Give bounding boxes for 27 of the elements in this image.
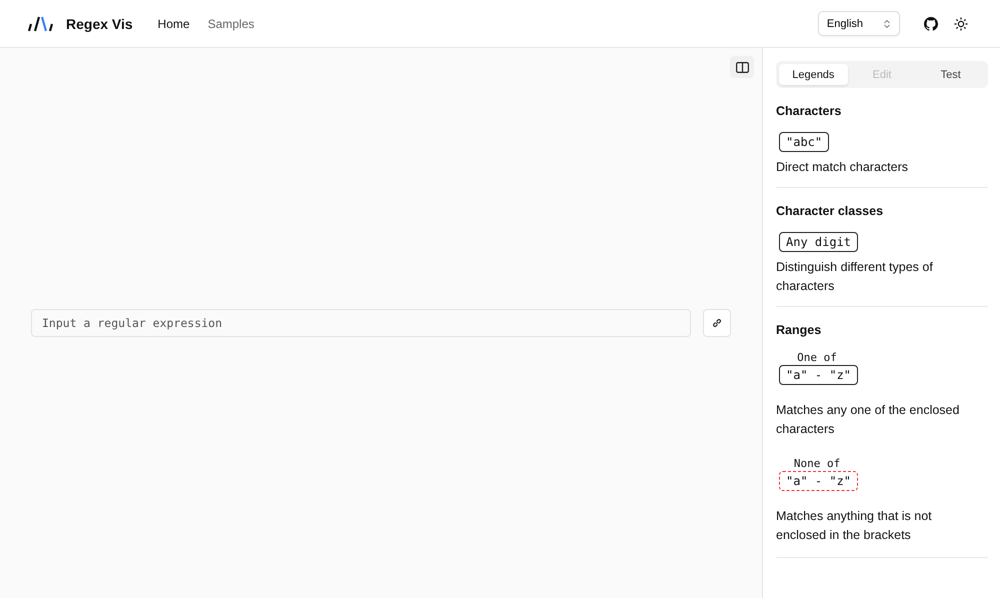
language-select[interactable]: English bbox=[818, 11, 900, 36]
sun-icon[interactable] bbox=[954, 16, 968, 30]
link-icon bbox=[712, 318, 722, 328]
node-sample: Any digit bbox=[779, 232, 858, 252]
panel-toggle-icon[interactable] bbox=[730, 56, 754, 78]
github-icon[interactable] bbox=[924, 16, 938, 30]
link-button[interactable] bbox=[703, 309, 731, 337]
legend-description: Direct match characters bbox=[776, 159, 908, 176]
section-title: Character classes bbox=[776, 204, 884, 218]
legend-description: Matches anything that is not enclosed in the brackets bbox=[776, 508, 933, 544]
regex-input[interactable]: Input a regular expression bbox=[31, 309, 691, 337]
logo-icon bbox=[28, 16, 54, 32]
node-sample: "a" - "z" bbox=[779, 365, 858, 385]
tab[interactable]: Legends bbox=[779, 64, 848, 85]
node-sample: "abc" bbox=[779, 132, 830, 152]
nav-link[interactable]: Samples bbox=[208, 16, 254, 30]
node-sample: "a" - "z" bbox=[779, 471, 858, 491]
section-title: Characters bbox=[776, 104, 842, 118]
section-title: Ranges bbox=[776, 323, 822, 337]
app-title: Regex Vis bbox=[66, 16, 133, 32]
nav-link[interactable]: Home bbox=[158, 16, 190, 30]
range-label: None of bbox=[794, 457, 840, 470]
tab[interactable]: Test bbox=[916, 64, 986, 85]
chevron-updown-icon bbox=[883, 18, 891, 28]
legend-description: Distinguish different types of characters bbox=[776, 259, 934, 295]
range-label: One of bbox=[797, 351, 837, 364]
legend-description: Matches any one of the enclosed characters bbox=[776, 402, 960, 438]
